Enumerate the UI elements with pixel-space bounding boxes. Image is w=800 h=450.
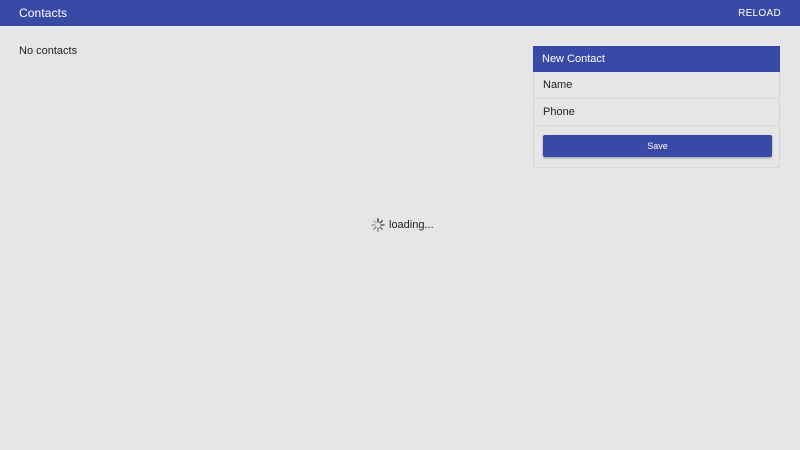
phone-field-row [534,99,779,126]
app-bar: Contacts RELOAD [0,0,800,26]
new-contact-card: New Contact Save [533,46,780,168]
app-root: Contacts RELOAD No contacts New Contact … [0,0,800,450]
name-field-row [534,72,779,99]
name-input[interactable] [543,79,779,91]
new-contact-header: New Contact [533,46,780,72]
save-button-wrap: Save [534,126,779,157]
loading-indicator: loading... [371,218,434,232]
app-title: Contacts [19,6,68,20]
spinner-icon [371,218,385,232]
reload-button[interactable]: RELOAD [738,8,781,19]
phone-input[interactable] [543,106,779,118]
save-button[interactable]: Save [543,135,772,157]
loading-text: loading... [389,219,434,231]
empty-contacts-text: No contacts [19,45,78,57]
